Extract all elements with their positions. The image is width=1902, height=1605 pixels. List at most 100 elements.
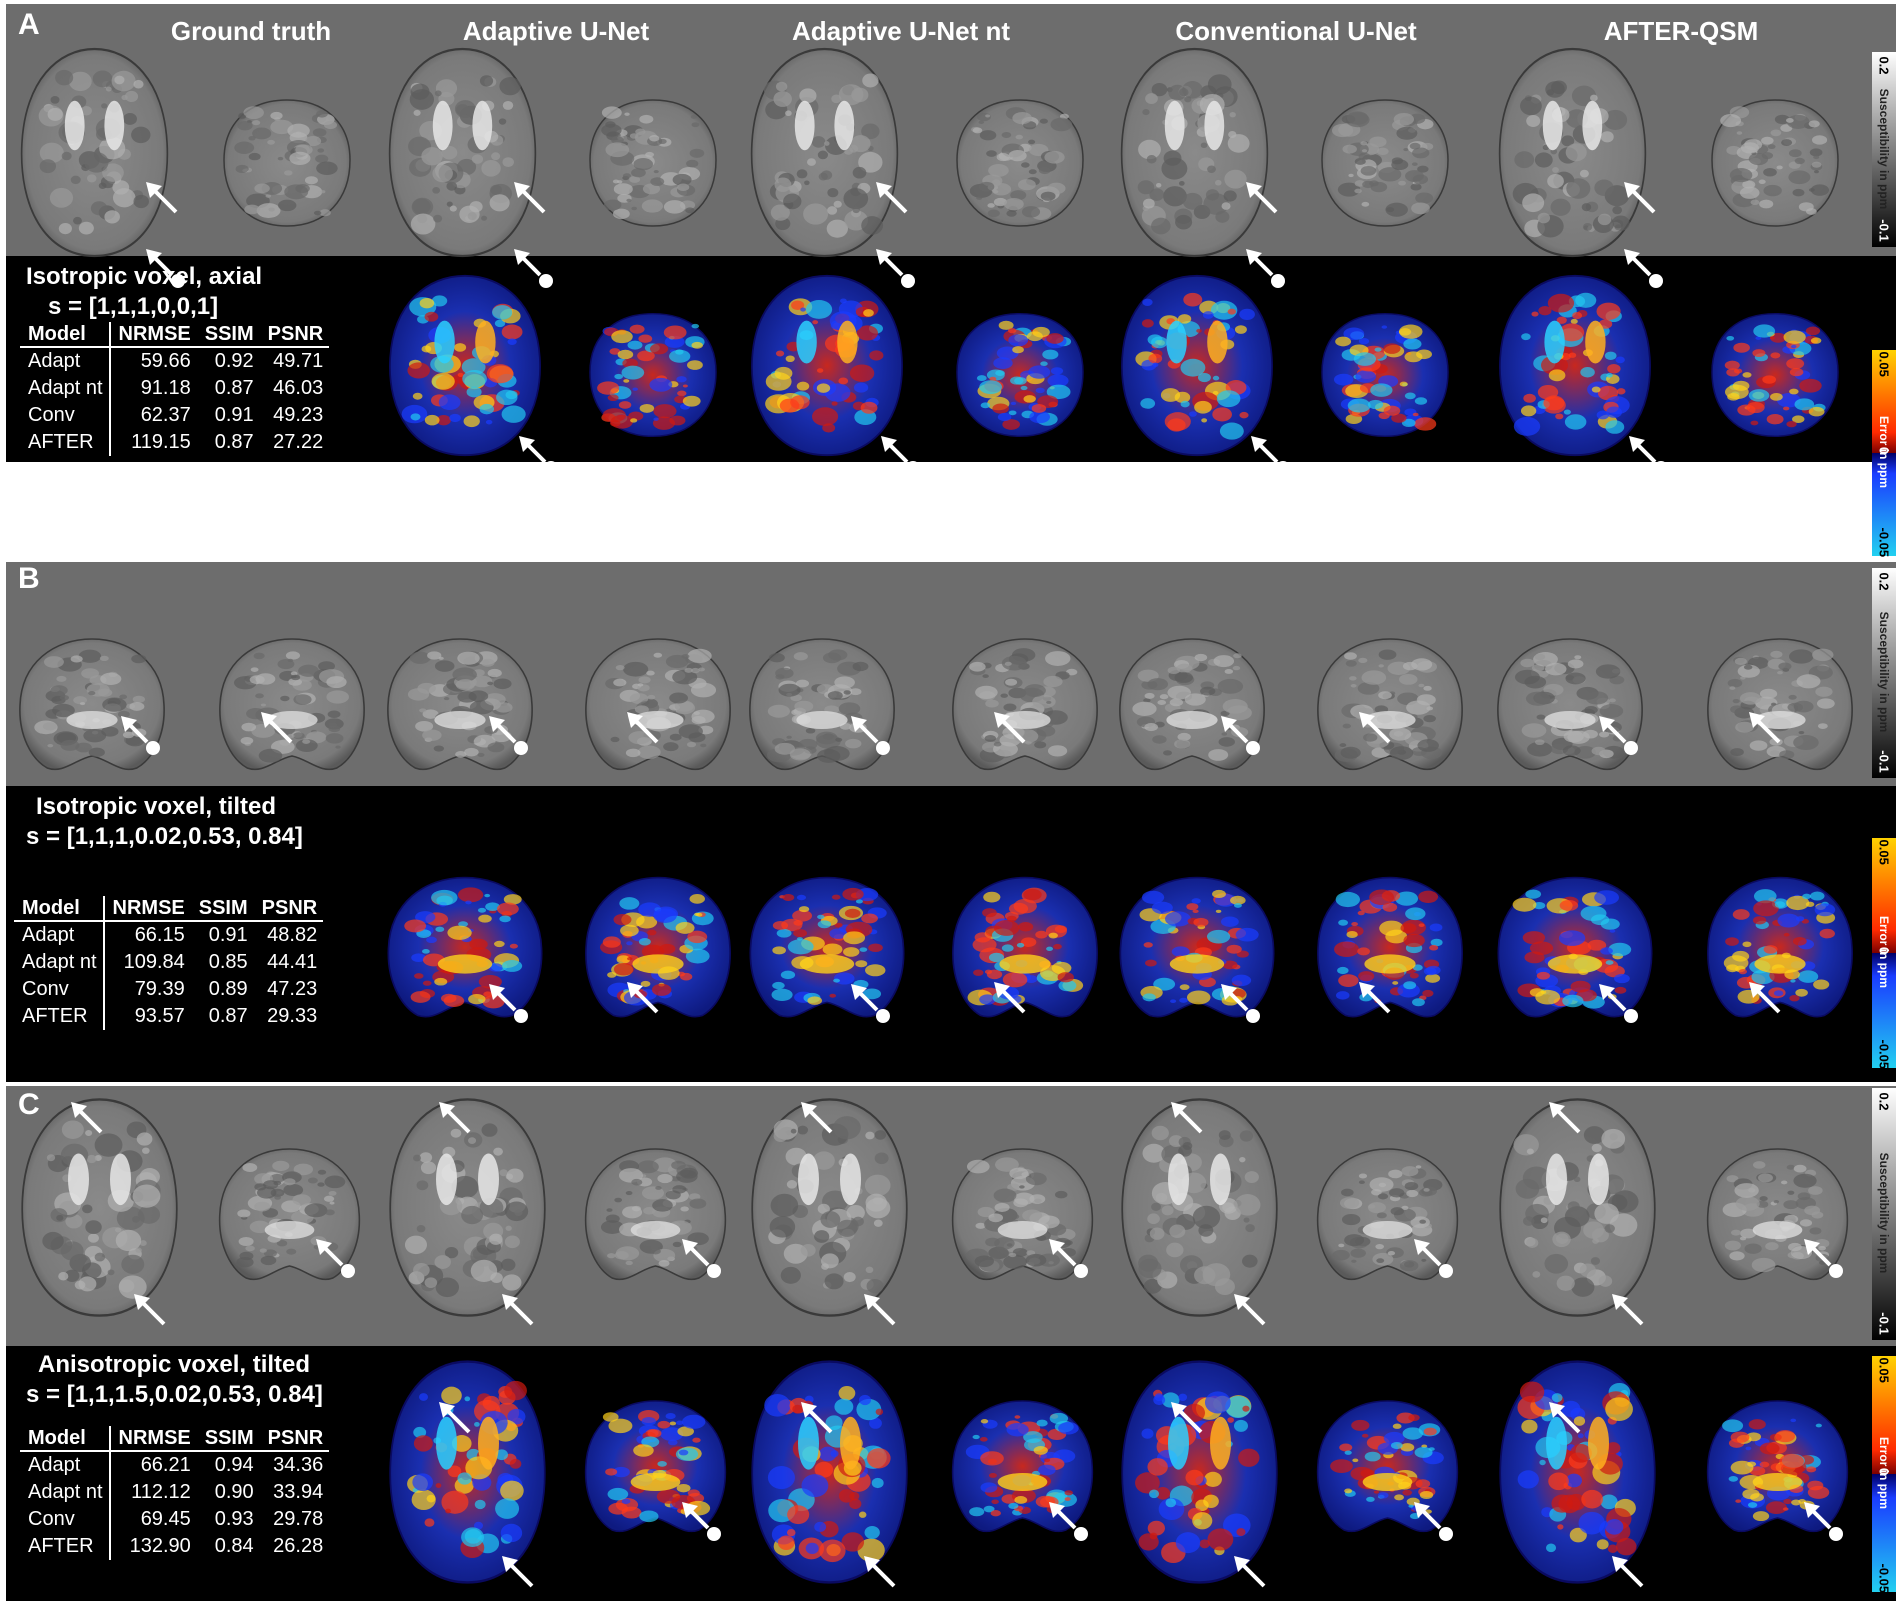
arrow-dot-icon xyxy=(1217,980,1263,1026)
table-row: AFTER 93.57 0.87 29.33 xyxy=(14,1003,323,1030)
table-cell-ssim: 0.90 xyxy=(214,1481,254,1503)
table-header-row: Model NRMSE SSIM PSNR xyxy=(14,896,324,922)
colorbar-top-tick: 0.2 xyxy=(1876,572,1892,591)
arrow-icon xyxy=(1545,1098,1591,1144)
table-cell-model: Adapt xyxy=(20,347,111,375)
table-cell-nrmse: 93.57 xyxy=(134,1005,185,1027)
panel-letter-b: B xyxy=(18,562,40,595)
panel-c-condition: Anisotropic voxel, tilted s = [1,1,1.5,0… xyxy=(26,1350,323,1410)
table-cell-nrmse: 66.15 xyxy=(134,924,185,946)
table-cell-model: AFTER xyxy=(20,429,111,456)
arrow-icon xyxy=(1167,1098,1213,1144)
arrow-icon xyxy=(797,1398,843,1444)
colorbar-top-tick: 0.2 xyxy=(1876,1092,1892,1111)
arrow-icon xyxy=(1608,1290,1654,1336)
error-map-superior xyxy=(1700,302,1850,448)
table-row: AFTER 119.15 0.87 27.22 xyxy=(20,429,329,456)
arrow-dot-icon xyxy=(142,245,188,291)
arrow-icon xyxy=(860,1290,906,1336)
table-cell-ssim: 0.91 xyxy=(208,924,248,946)
brain-slice-superior xyxy=(212,88,362,238)
susceptibility-colorbar-label: Susceptibility in ppm xyxy=(1877,1152,1891,1274)
table-cell-ssim: 0.87 xyxy=(208,1005,248,1027)
arrow-dot-icon xyxy=(515,432,561,478)
panel-b-metrics-table: Model NRMSE SSIM PSNR Adapt 66.15 0.91 4… xyxy=(14,896,324,1030)
arrow-dot-icon xyxy=(1800,1498,1846,1544)
brain-slice-coronal xyxy=(1700,630,1860,780)
arrow-icon xyxy=(435,1398,481,1444)
arrow-icon xyxy=(1355,708,1401,754)
arrow-dot-icon xyxy=(485,712,531,758)
panel-letter-a: A xyxy=(18,8,40,41)
table-cell-psnr: 29.33 xyxy=(267,1005,318,1027)
susceptibility-colorbar-label: Susceptibility in ppm xyxy=(1877,88,1891,209)
table-cell-model: Adapt nt xyxy=(20,375,111,402)
arrow-icon xyxy=(510,178,556,224)
table-header-psnr: PSNR xyxy=(259,322,330,348)
table-header-model: Model xyxy=(20,322,111,348)
table-cell-ssim: 0.91 xyxy=(214,404,254,426)
arrow-icon xyxy=(67,1098,113,1144)
table-cell-ssim: 0.84 xyxy=(214,1535,254,1557)
table-cell-ssim: 0.85 xyxy=(208,951,248,973)
table-cell-model: Conv xyxy=(20,1506,111,1533)
panel-c-condition-line1: Anisotropic voxel, tilted xyxy=(38,1351,311,1378)
arrow-dot-icon xyxy=(1410,1498,1456,1544)
arrow-dot-icon xyxy=(117,712,163,758)
arrow-icon xyxy=(1355,978,1401,1024)
table-cell-nrmse: 69.45 xyxy=(140,1508,191,1530)
panel-a-condition-line2: s = [1,1,1,0,0,1] xyxy=(48,293,219,320)
table-cell-ssim: 0.92 xyxy=(214,350,254,372)
brain-slice-coronal xyxy=(945,630,1105,780)
arrow-dot-icon xyxy=(678,1498,724,1544)
table-header-row: Model NRMSE SSIM PSNR xyxy=(20,1426,330,1452)
arrow-icon xyxy=(1230,1552,1276,1598)
table-cell-model: Adapt xyxy=(20,1451,111,1479)
table-header-psnr: PSNR xyxy=(253,896,324,922)
table-cell-nrmse: 79.39 xyxy=(134,978,185,1000)
table-cell-ssim: 0.87 xyxy=(214,377,254,399)
colorbar-top-tick: 0.05 xyxy=(1876,839,1892,865)
panel-a-metrics-table: Model NRMSE SSIM PSNR Adapt 59.66 0.92 4… xyxy=(20,322,330,456)
brain-slice-superior xyxy=(1700,88,1850,238)
colorbar-bottom-tick: -0.05 xyxy=(1876,527,1892,558)
colorbar-mid-tick: 0 xyxy=(1876,1467,1892,1476)
table-cell-nrmse: 112.12 xyxy=(131,1481,191,1503)
table-row: Adapt nt 112.12 0.90 33.94 xyxy=(20,1479,329,1506)
arrow-dot-icon xyxy=(847,980,893,1026)
table-cell-model: Adapt xyxy=(14,921,105,949)
arrow-dot-icon xyxy=(877,432,923,478)
arrow-icon xyxy=(872,178,918,224)
colorbar-top-tick: 0.2 xyxy=(1876,56,1892,75)
table-cell-model: Conv xyxy=(14,976,105,1003)
brain-slice-axial xyxy=(380,40,545,265)
table-cell-nrmse: 66.21 xyxy=(140,1454,191,1476)
arrow-dot-icon xyxy=(1217,712,1263,758)
table-row: Adapt 66.21 0.94 34.36 xyxy=(20,1451,329,1479)
brain-slice-superior xyxy=(1310,88,1460,238)
colorbar-mid-tick: 0 xyxy=(1876,946,1892,955)
brain-slice-coronal xyxy=(212,630,372,780)
figure: A Ground truth Adaptive U-Net Adaptive U… xyxy=(0,0,1902,1605)
colorbar-mid-tick: 0 xyxy=(1876,446,1892,455)
table-cell-nrmse: 62.37 xyxy=(140,404,191,426)
arrow-icon xyxy=(1242,178,1288,224)
panel-b-condition-line2: s = [1,1,1,0.02,0.53, 0.84] xyxy=(26,823,303,850)
arrow-icon xyxy=(990,708,1036,754)
arrow-icon xyxy=(130,1290,176,1336)
arrow-icon xyxy=(623,708,669,754)
table-header-ssim: SSIM xyxy=(190,896,254,922)
colorbar-bottom-tick: -0.1 xyxy=(1876,750,1892,773)
table-cell-psnr: 47.23 xyxy=(267,978,318,1000)
table-cell-ssim: 0.89 xyxy=(208,978,248,1000)
arrow-icon xyxy=(860,1552,906,1598)
table-cell-nrmse: 109.84 xyxy=(123,951,185,973)
table-row: Conv 62.37 0.91 49.23 xyxy=(20,402,329,429)
arrow-dot-icon xyxy=(847,712,893,758)
colorbar-top-tick: 0.05 xyxy=(1876,1357,1892,1383)
brain-slice-axial xyxy=(1490,40,1655,265)
table-header-nrmse: NRMSE xyxy=(109,1426,197,1452)
table-cell-ssim: 0.94 xyxy=(214,1454,254,1476)
arrow-icon xyxy=(1167,1398,1213,1444)
table-cell-ssim: 0.93 xyxy=(214,1508,254,1530)
